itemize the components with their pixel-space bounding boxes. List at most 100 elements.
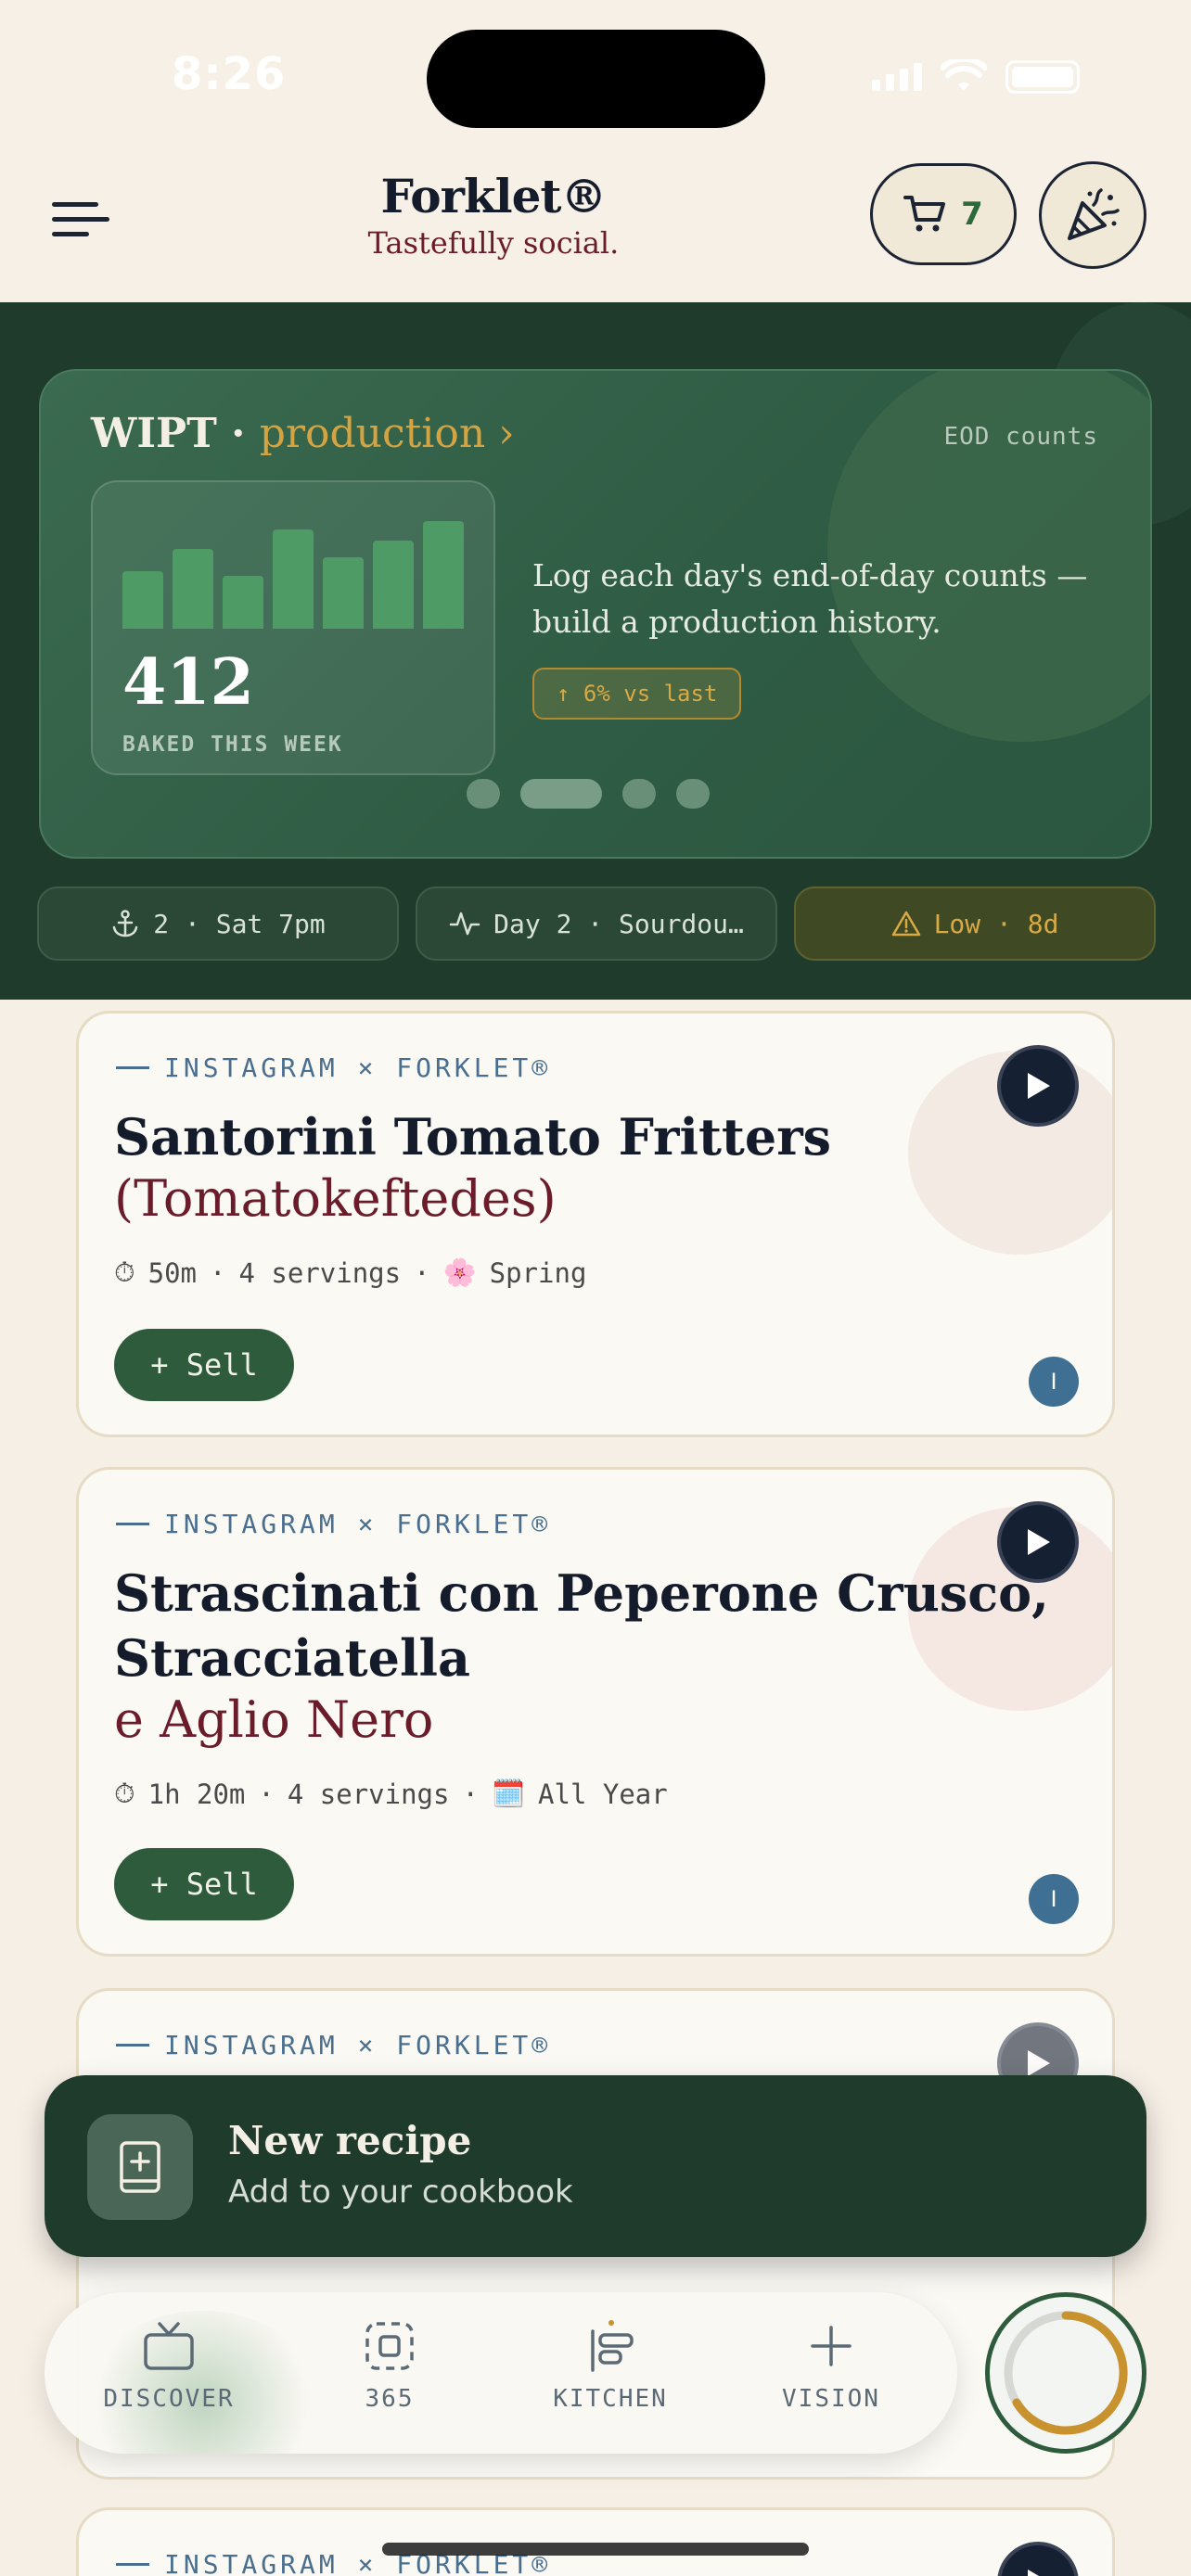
play-button[interactable] bbox=[997, 1045, 1079, 1127]
cookbook-add-icon bbox=[87, 2114, 193, 2220]
season-icon: 🌸 bbox=[442, 1256, 477, 1288]
production-section: WIPT · production › EOD counts 412 BAKED… bbox=[0, 302, 1191, 1000]
tab-kitchen[interactable]: KITCHEN bbox=[518, 2320, 703, 2413]
eod-counts-label: EOD counts bbox=[943, 423, 1098, 451]
chip-schedule[interactable]: 2 · Sat 7pm bbox=[37, 886, 399, 961]
tab-vision[interactable]: VISION bbox=[738, 2320, 924, 2413]
timer-icon: ⏱ bbox=[114, 1256, 135, 1288]
activity-icon bbox=[449, 912, 480, 936]
recipe-title: Santorini Tomato Fritters bbox=[114, 1107, 832, 1167]
production-link[interactable]: production › bbox=[260, 410, 515, 457]
party-popper-icon bbox=[1068, 188, 1120, 240]
play-icon bbox=[1028, 1529, 1050, 1555]
toast-title: New recipe bbox=[228, 2118, 472, 2163]
chip-low-stock[interactable]: Low · 8d bbox=[794, 886, 1156, 961]
weekly-bar bbox=[323, 557, 364, 629]
brand-title: Forklet® bbox=[380, 169, 607, 223]
production-description: Log each day's end-of-day counts — build… bbox=[532, 557, 1088, 640]
play-icon bbox=[1028, 1073, 1050, 1099]
status-icons bbox=[872, 59, 1080, 95]
scan-icon bbox=[365, 2322, 414, 2370]
recipe-title: Strascinati con Peperone Crusco, bbox=[114, 1563, 1049, 1623]
carousel-dot[interactable] bbox=[467, 779, 500, 809]
cart-icon bbox=[903, 196, 946, 232]
tab-365-label: 365 bbox=[365, 2385, 415, 2413]
instagram-badge: I bbox=[1029, 1357, 1079, 1407]
battery-icon bbox=[1005, 60, 1080, 94]
chip-schedule-text: 2 · Sat 7pm bbox=[153, 908, 326, 939]
bottom-nav: DISCOVER 365 KITCHEN VISION bbox=[45, 2292, 957, 2454]
tab-vision-label: VISION bbox=[782, 2385, 880, 2413]
instagram-badge: I bbox=[1029, 1874, 1079, 1924]
recipe-card[interactable]: INSTAGRAM × FORKLET® Strascinati con Pep… bbox=[76, 1467, 1115, 1957]
carousel-dot[interactable] bbox=[676, 779, 710, 809]
weekly-bar bbox=[273, 529, 314, 629]
calendar-icon: 🗓️ bbox=[491, 1778, 526, 1809]
recipe-servings: 4 servings bbox=[287, 1778, 450, 1810]
weekly-bar bbox=[173, 549, 213, 629]
carousel-dot[interactable] bbox=[520, 779, 602, 809]
delta-badge: ↑ 6% vs last bbox=[532, 668, 742, 720]
recipe-source-text: INSTAGRAM × FORKLET® bbox=[164, 1052, 552, 1083]
production-title-prefix: WIPT · bbox=[91, 410, 260, 457]
wifi-icon bbox=[941, 59, 987, 91]
tab-365[interactable]: 365 bbox=[297, 2320, 482, 2413]
weekly-bar bbox=[423, 521, 464, 629]
play-icon bbox=[1028, 2050, 1050, 2076]
recipe-time: 50m bbox=[147, 1256, 198, 1289]
tv-icon bbox=[144, 2322, 194, 2370]
recipe-source: INSTAGRAM × FORKLET® bbox=[116, 1509, 551, 1539]
recipe-meta: ⏱ 50m · 4 servings · 🌸 Spring bbox=[114, 1256, 587, 1289]
new-recipe-toast[interactable]: New recipe Add to your cookbook bbox=[45, 2075, 1146, 2257]
recipe-card[interactable]: INSTAGRAM × FORKLET® Santorini Tomato Fr… bbox=[76, 1011, 1115, 1437]
progress-ring-icon bbox=[1004, 2311, 1128, 2435]
progress-fab[interactable] bbox=[985, 2292, 1146, 2454]
home-indicator bbox=[382, 2543, 809, 2556]
weekly-bar bbox=[223, 576, 263, 629]
dynamic-island bbox=[427, 30, 765, 128]
baked-count: 412 bbox=[122, 645, 254, 720]
production-card[interactable]: WIPT · production › EOD counts 412 BAKED… bbox=[39, 369, 1152, 859]
recipe-time: 1h 20m bbox=[147, 1778, 246, 1810]
timer-icon: ⏱ bbox=[114, 1778, 135, 1809]
plus-icon bbox=[811, 2326, 852, 2366]
carousel-dots[interactable] bbox=[41, 779, 1150, 809]
kitchen-icon bbox=[591, 2320, 634, 2372]
recipe-source-text: INSTAGRAM × FORKLET® bbox=[164, 1509, 552, 1539]
weekly-bar bbox=[373, 541, 414, 629]
recipe-servings: 4 servings bbox=[238, 1256, 402, 1289]
cart-button[interactable]: 7 bbox=[870, 163, 1017, 265]
sell-button[interactable]: + Sell bbox=[114, 1329, 294, 1401]
cellular-signal-icon bbox=[872, 63, 922, 91]
weekly-bar-chart bbox=[122, 517, 475, 629]
recipe-card[interactable]: INSTAGRAM × FORKLET® bbox=[76, 2507, 1115, 2576]
status-chips: 2 · Sat 7pm Day 2 · Sourdou… Low · 8d bbox=[37, 886, 1156, 961]
recipe-title-line-2: Stracciatella bbox=[114, 1628, 470, 1688]
play-icon bbox=[1028, 2570, 1039, 2576]
weekly-bake-card: 412 BAKED THIS WEEK bbox=[91, 480, 495, 775]
tab-kitchen-label: KITCHEN bbox=[553, 2385, 668, 2413]
carousel-dot[interactable] bbox=[622, 779, 656, 809]
baked-count-label: BAKED THIS WEEK bbox=[122, 733, 343, 757]
tab-discover-label: DISCOVER bbox=[103, 2385, 235, 2413]
brand-tagline: Tastefully social. bbox=[367, 225, 620, 261]
recipe-meta: ⏱ 1h 20m · 4 servings · 🗓️ All Year bbox=[114, 1778, 668, 1810]
status-time: 8:26 bbox=[172, 48, 287, 100]
play-button[interactable] bbox=[997, 2542, 1079, 2576]
status-bar: 8:26 bbox=[0, 0, 1191, 148]
cart-count: 7 bbox=[961, 196, 983, 233]
recipe-source: INSTAGRAM × FORKLET® bbox=[116, 2030, 551, 2060]
chip-starter[interactable]: Day 2 · Sourdou… bbox=[416, 886, 777, 961]
tab-discover[interactable]: DISCOVER bbox=[76, 2320, 262, 2413]
anchor-icon bbox=[113, 910, 138, 937]
sell-button[interactable]: + Sell bbox=[114, 1848, 294, 1920]
toast-subtitle: Add to your cookbook bbox=[228, 2174, 573, 2211]
recipe-subtitle: e Aglio Nero bbox=[114, 1690, 434, 1749]
celebrate-button[interactable] bbox=[1039, 161, 1146, 269]
recipe-subtitle: (Tomatokeftedes) bbox=[114, 1169, 557, 1228]
warning-icon bbox=[891, 911, 920, 937]
production-title[interactable]: WIPT · production › bbox=[91, 410, 515, 457]
weekly-bar bbox=[122, 571, 163, 629]
app-header: Forklet® Tastefully social. 7 bbox=[0, 148, 1191, 302]
recipe-source-text: INSTAGRAM × FORKLET® bbox=[164, 2030, 552, 2060]
